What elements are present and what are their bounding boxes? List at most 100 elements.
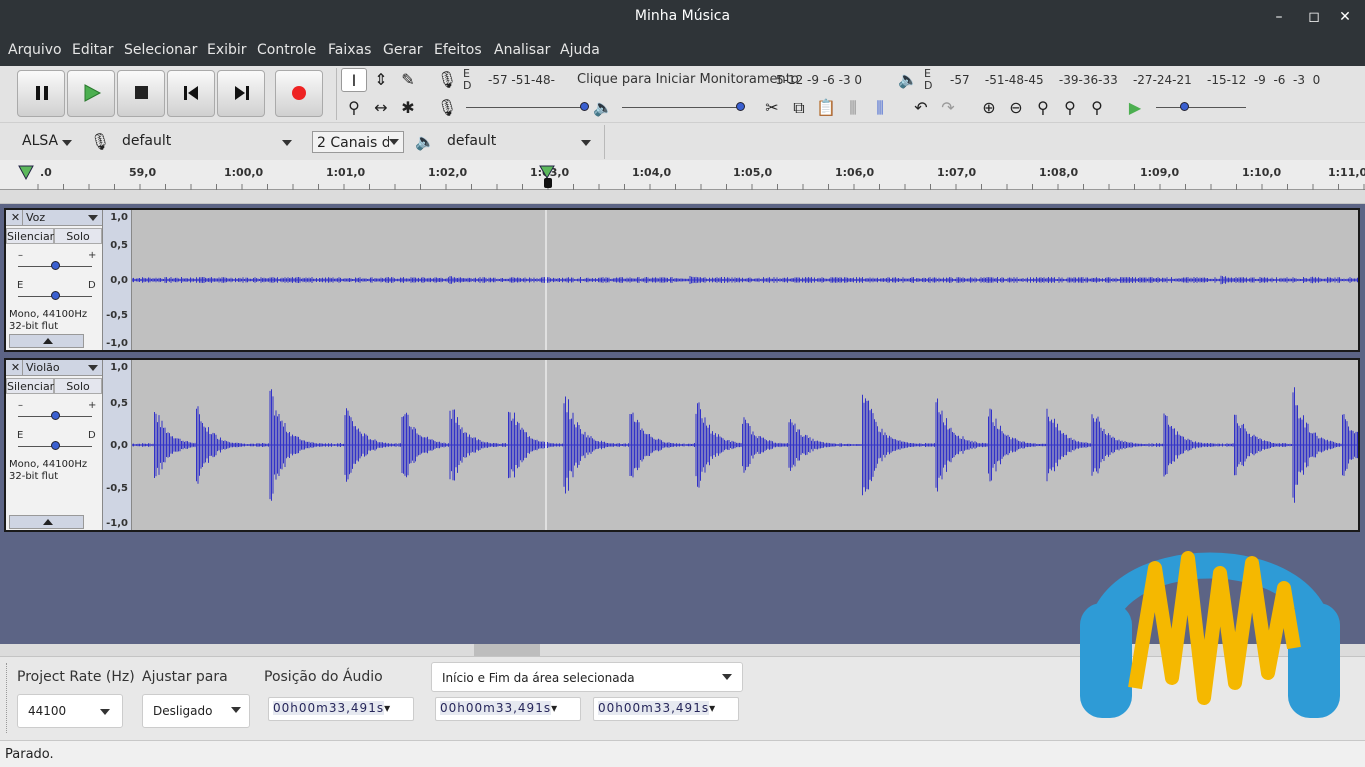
menu-gerar[interactable]: Gerar [383, 42, 423, 58]
record-button[interactable] [275, 70, 323, 117]
zoom-toggle-icon[interactable]: ⚲ [1084, 96, 1110, 120]
fit-selection-icon[interactable]: ⚲ [1030, 96, 1056, 120]
envelope-tool-icon[interactable]: ⇕ [368, 68, 394, 92]
track-format: Mono, 44100Hz [9, 309, 88, 320]
selection-tool-icon[interactable]: I [341, 68, 367, 92]
pan-slider[interactable] [18, 288, 92, 304]
snap-to-select[interactable]: Desligado [142, 694, 250, 728]
solo-button[interactable]: Solo [54, 378, 102, 394]
play-speed-slider[interactable] [1156, 99, 1246, 115]
undo-icon[interactable]: ↶ [908, 96, 934, 120]
ruler-label: 59,0 [129, 166, 157, 179]
audio-position-time[interactable]: 00h00m33,491s▾ [268, 697, 414, 721]
multi-tool-icon[interactable]: ✱ [395, 96, 421, 120]
ruler-label: 1:09,0 [1140, 166, 1180, 179]
playback-volume-slider[interactable] [622, 99, 745, 115]
channels-select[interactable]: 2 Canais de [312, 131, 404, 153]
menu-ajuda[interactable]: Ajuda [560, 42, 600, 58]
redo-icon[interactable]: ↷ [935, 96, 961, 120]
snap-to-label: Ajustar para [142, 669, 228, 685]
track-voz[interactable]: ✕ Voz Silenciar Solo – + E D Mono, 44100… [4, 208, 1360, 352]
track-name-bar[interactable]: ✕ Violão [6, 360, 102, 376]
chevron-down-icon[interactable] [88, 215, 98, 221]
snap-to-value: Desligado [153, 704, 213, 718]
close-icon[interactable]: ✕ [1334, 6, 1356, 28]
time-value: 00h00m33,491s [440, 701, 552, 715]
menu-selecionar[interactable]: Selecionar [124, 42, 197, 58]
playback-device-value: default [447, 133, 497, 149]
ruler-label: 1:00,0 [224, 166, 264, 179]
zoom-in-icon[interactable]: ⊕ [976, 96, 1002, 120]
recording-volume-slider[interactable] [466, 99, 589, 115]
audio-host-select[interactable]: ALSA [14, 129, 80, 155]
skip-to-end-button[interactable] [217, 70, 265, 117]
waveform[interactable] [132, 210, 1358, 350]
selection-start-time[interactable]: 00h00m33,491s▾ [435, 697, 581, 721]
pan-slider[interactable] [18, 438, 92, 454]
solo-button[interactable]: Solo [54, 228, 102, 244]
toolbar-grip[interactable] [6, 663, 8, 733]
trim-icon[interactable]: ⫼ [840, 96, 866, 120]
chevron-down-icon[interactable] [88, 365, 98, 371]
track-name: Voz [26, 211, 46, 224]
amplitude-scale: 1,0 0,5 0,0 -0,5 -1,0 [102, 360, 132, 530]
silence-icon[interactable]: ⫼ [867, 96, 893, 120]
ruler-label: 1:11,0 [1328, 166, 1365, 179]
timeline-ruler[interactable]: .0 59,0 1:00,0 1:01,0 1:02,0 1:03,0 1:04… [0, 160, 1365, 190]
play-at-speed-icon[interactable]: ▶ [1122, 96, 1148, 120]
scale-label: 1,0 [110, 362, 128, 373]
selection-end-time[interactable]: 00h00m33,491s▾ [593, 697, 739, 721]
close-track-icon[interactable]: ✕ [9, 210, 23, 226]
rec-meter-scale: -57 -51-48- [488, 73, 555, 87]
menu-analisar[interactable]: Analisar [494, 42, 550, 58]
menu-faixas[interactable]: Faixas [328, 42, 371, 58]
speaker-icon[interactable]: 🔈 [895, 68, 921, 92]
paste-icon[interactable]: 📋 [813, 96, 839, 120]
collapse-track-button[interactable] [9, 515, 84, 529]
track-name-bar[interactable]: ✕ Voz [6, 210, 102, 226]
fit-project-icon[interactable]: ⚲ [1057, 96, 1083, 120]
recording-device-select[interactable]: default [114, 129, 300, 155]
record-icon [292, 86, 306, 100]
zoom-out-icon[interactable]: ⊖ [1003, 96, 1029, 120]
menu-efeitos[interactable]: Efeitos [434, 42, 482, 58]
close-track-icon[interactable]: ✕ [9, 360, 23, 376]
copy-icon[interactable]: ⧉ [786, 96, 812, 120]
project-rate-select[interactable]: 44100 [17, 694, 123, 728]
cut-icon[interactable]: ✂ [759, 96, 785, 120]
pause-button[interactable] [17, 70, 65, 117]
recording-device-value: default [122, 133, 172, 149]
minimize-icon[interactable]: – [1268, 6, 1290, 28]
menu-bar: Arquivo Editar Selecionar Exibir Control… [0, 34, 1365, 66]
skip-to-start-button[interactable] [167, 70, 215, 117]
mute-button[interactable]: Silenciar [6, 378, 54, 394]
selection-mode-value: Início e Fim da área selecionada [442, 671, 635, 685]
menu-controle[interactable]: Controle [257, 42, 316, 58]
collapse-track-button[interactable] [9, 334, 84, 348]
scale-label: -0,5 [106, 483, 128, 494]
maximize-icon[interactable]: ◻ [1303, 6, 1325, 28]
menu-editar[interactable]: Editar [72, 42, 113, 58]
draw-tool-icon[interactable]: ✎ [395, 68, 421, 92]
gain-slider[interactable] [18, 408, 92, 424]
menu-exibir[interactable]: Exibir [207, 42, 247, 58]
mute-button[interactable]: Silenciar [6, 228, 54, 244]
timeshift-tool-icon[interactable]: ↔ [368, 96, 394, 120]
zoom-tool-icon[interactable]: ⚲ [341, 96, 367, 120]
time-value: 00h00m33,491s [273, 701, 385, 715]
selection-mode-select[interactable]: Início e Fim da área selecionada [431, 662, 743, 692]
stop-button[interactable] [117, 70, 165, 117]
toolbar-separator [336, 68, 337, 120]
ruler-label: 1:01,0 [326, 166, 366, 179]
scrollbar-thumb[interactable] [474, 644, 540, 656]
project-rate-value: 44100 [28, 704, 67, 718]
playback-device-select[interactable]: default [439, 129, 599, 155]
menu-arquivo[interactable]: Arquivo [8, 42, 62, 58]
microphone-icon[interactable]: 🎙 [434, 68, 460, 92]
play-button[interactable] [67, 70, 115, 117]
toolbar-separator [604, 125, 605, 159]
gain-slider[interactable] [18, 258, 92, 274]
scale-label: -0,5 [106, 310, 128, 321]
rec-meter-hint[interactable]: Clique para Iniciar Monitoramento [577, 72, 799, 87]
window-title: Minha Música [634, 8, 731, 24]
